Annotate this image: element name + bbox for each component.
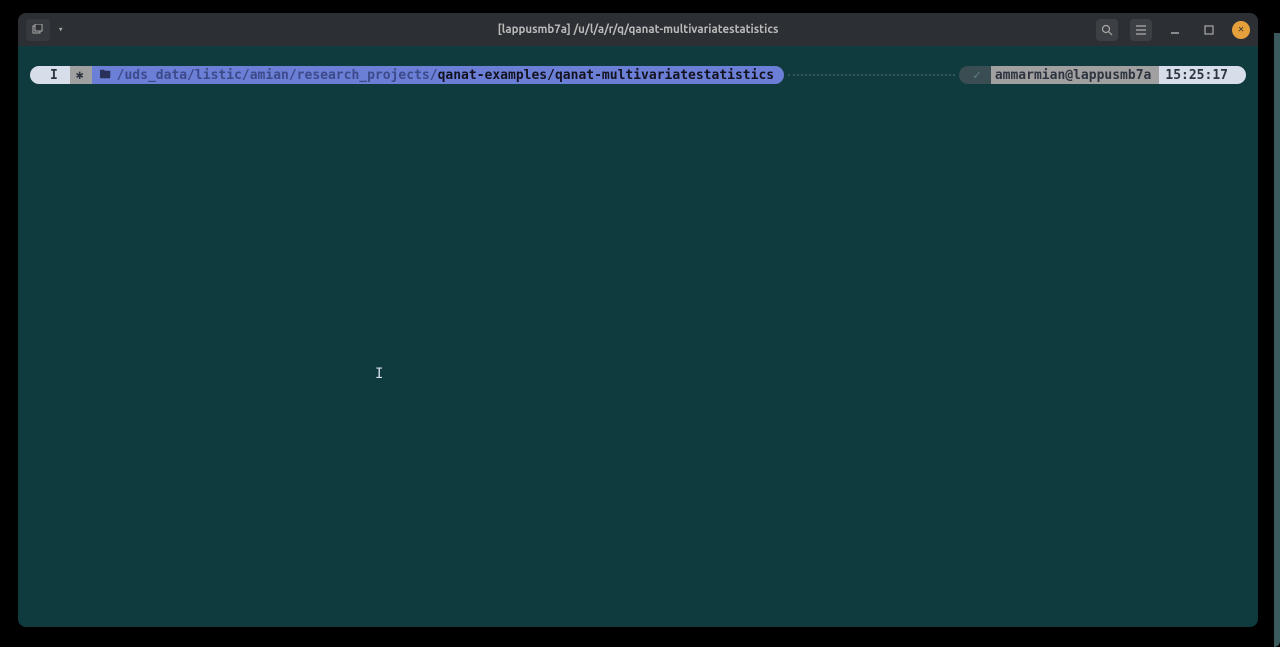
time-segment: 15:25:17 [1149, 66, 1246, 84]
search-button[interactable] [1096, 19, 1118, 41]
minimize-icon [1170, 25, 1180, 35]
tab-icon [32, 24, 44, 36]
prompt-line: ┌ I ✱ 🖿 /uds_data/listic/amian/research_… [30, 66, 1246, 84]
user-host-segment: ammarmian@lappusmb7a [981, 66, 1160, 84]
vi-mode-segment: I [30, 66, 70, 84]
hamburger-icon [1135, 25, 1147, 35]
titlebar-right-controls: ✕ [1096, 19, 1250, 41]
maximize-icon [1204, 25, 1214, 35]
user-host-text: ammarmian@lappusmb7a [995, 68, 1152, 83]
time-text: 15:25:17 [1165, 68, 1228, 83]
text-cursor: I [375, 366, 383, 382]
minimize-button[interactable] [1164, 19, 1186, 41]
titlebar-left-controls: ▾ [26, 19, 67, 41]
titlebar: ▾ [lappusmb7a] /u/l/a/r/q/qanat-multivar… [18, 13, 1258, 46]
search-icon [1101, 24, 1113, 36]
check-icon: ✓ [973, 68, 981, 83]
terminal-window: ▾ [lappusmb7a] /u/l/a/r/q/qanat-multivar… [0, 0, 1280, 647]
prompt-left-segments: I ✱ 🖿 /uds_data/listic/amian/research_pr… [30, 66, 784, 84]
close-icon: ✕ [1238, 24, 1244, 35]
gear-icon: ✱ [76, 68, 84, 83]
vi-mode-indicator: I [50, 68, 58, 83]
path-segment: 🖿 /uds_data/listic/amian/research_projec… [82, 66, 784, 84]
window-title: [lappusmb7a] /u/l/a/r/q/qanat-multivaria… [498, 23, 779, 36]
path-prefix: /uds_data/listic/amian/research_projects… [117, 68, 438, 83]
close-button[interactable]: ✕ [1232, 21, 1250, 39]
scrollbar[interactable] [1274, 33, 1280, 647]
prompt-right-segments: ✓ ammarmian@lappusmb7a 15:25:17 [959, 66, 1246, 84]
status-segment: ✓ [959, 66, 991, 84]
terminal-body[interactable]: ┌ I ✱ 🖿 /uds_data/listic/amian/research_… [18, 46, 1258, 627]
path-highlight: qanat-examples/qanat-multivariatestatist… [438, 68, 775, 83]
new-tab-button[interactable] [26, 19, 50, 41]
tab-dropdown-icon[interactable]: ▾ [54, 25, 67, 35]
hamburger-menu-button[interactable] [1130, 19, 1152, 41]
folder-icon: 🖿 [100, 66, 111, 85]
maximize-button[interactable] [1198, 19, 1220, 41]
prompt-divider [788, 74, 955, 76]
